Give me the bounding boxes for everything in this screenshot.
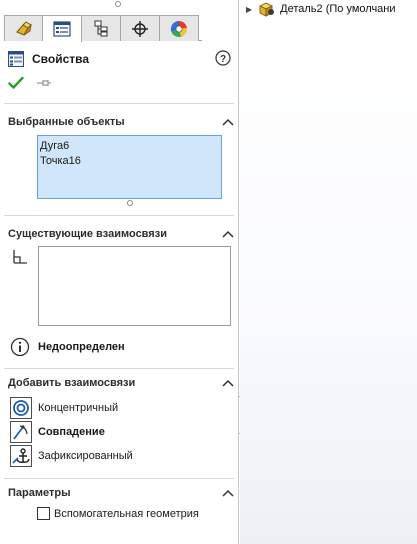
ok-button[interactable] <box>8 76 24 93</box>
list-item[interactable]: Дуга6 <box>40 139 219 154</box>
construction-geometry-checkbox[interactable] <box>37 507 50 520</box>
list-resize-handle[interactable] <box>127 200 133 206</box>
info-icon <box>10 337 30 357</box>
relation-label: Концентричный <box>38 402 119 414</box>
section-parameters-header[interactable]: Параметры <box>8 485 234 501</box>
crosshair-icon <box>132 20 148 37</box>
check-icon <box>8 76 24 89</box>
property-manager-icon <box>8 51 24 67</box>
tree-root-label: Деталь2 (По умолчани <box>280 3 396 15</box>
chevron-up-icon[interactable] <box>222 487 234 499</box>
existing-relations-list[interactable] <box>38 246 231 326</box>
expand-arrow-icon[interactable]: ▶ <box>246 5 252 14</box>
pushpin-button[interactable] <box>36 77 52 92</box>
configuration-icon <box>94 20 108 36</box>
relation-fix[interactable]: Зафиксированный <box>10 445 133 467</box>
relation-label: Совпадение <box>38 426 105 438</box>
section-existing-relations-header[interactable]: Существующие взаимосвязи <box>8 226 234 242</box>
status-row: Недоопределен <box>10 337 125 357</box>
property-manager-panel: Свойства ? Выбранные объекты Дуга6 Точка… <box>0 0 239 544</box>
panel-title-row: Свойства ? <box>8 49 233 69</box>
tab-dimxpert-manager[interactable] <box>121 15 160 41</box>
relations-icon <box>11 248 29 269</box>
chevron-up-icon[interactable] <box>222 377 234 389</box>
divider <box>4 478 234 479</box>
section-title: Существующие взаимосвязи <box>8 228 167 240</box>
relation-label: Зафиксированный <box>38 450 133 462</box>
chevron-up-icon[interactable] <box>222 228 234 240</box>
construction-geometry-option[interactable]: Вспомогательная геометрия <box>37 507 199 520</box>
color-wheel-icon <box>170 20 187 37</box>
tab-display-manager[interactable] <box>160 15 199 41</box>
tab-feature-manager[interactable] <box>4 15 43 41</box>
tab-configuration-manager[interactable] <box>82 15 121 41</box>
section-add-relations-header[interactable]: Добавить взаимосвязи <box>8 375 234 391</box>
section-title: Выбранные объекты <box>8 116 125 128</box>
action-row <box>8 76 52 93</box>
list-item[interactable]: Точка16 <box>40 154 219 169</box>
section-title: Параметры <box>8 487 71 499</box>
feature-tree-root[interactable]: ▶ Деталь2 (По умолчани <box>246 1 396 17</box>
help-icon: ? <box>215 50 231 66</box>
feature-tree-icon <box>15 20 32 36</box>
manager-tabbar <box>4 15 202 42</box>
pushpin-icon <box>37 80 51 86</box>
panel-drag-handle[interactable] <box>115 1 121 7</box>
section-title: Добавить взаимосвязи <box>8 377 136 389</box>
checkbox-label: Вспомогательная геометрия <box>54 507 199 520</box>
property-manager-icon <box>53 21 71 37</box>
divider <box>4 368 234 369</box>
divider <box>4 103 234 104</box>
graphics-area[interactable] <box>240 0 417 544</box>
tab-property-manager[interactable] <box>43 15 82 42</box>
help-button[interactable]: ? <box>215 50 231 69</box>
svg-text:?: ? <box>220 54 226 65</box>
selected-objects-list[interactable]: Дуга6 Точка16 <box>37 135 222 199</box>
part-icon <box>259 2 275 17</box>
coincident-icon <box>10 421 32 443</box>
divider <box>4 215 234 216</box>
page-title: Свойства <box>32 52 90 66</box>
fix-anchor-icon <box>10 445 32 467</box>
concentric-icon <box>10 397 32 419</box>
section-selected-objects-header[interactable]: Выбранные объекты <box>8 114 234 130</box>
relation-concentric[interactable]: Концентричный <box>10 397 118 419</box>
chevron-up-icon[interactable] <box>222 116 234 128</box>
definition-status: Недоопределен <box>38 341 125 353</box>
relation-coincident[interactable]: Совпадение <box>10 421 105 443</box>
